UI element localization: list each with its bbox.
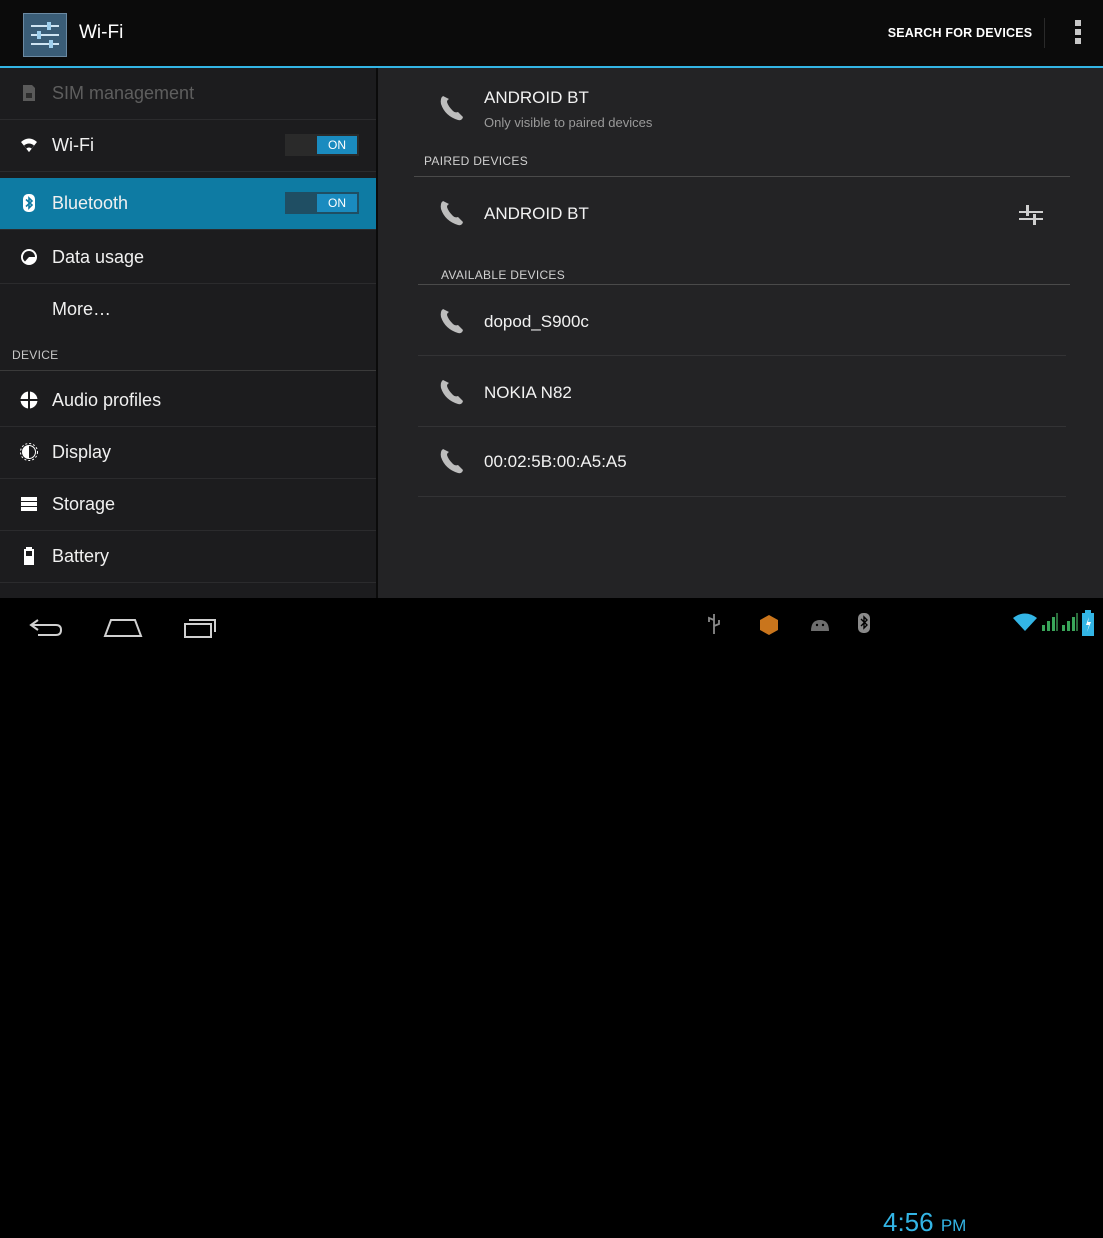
orange-notification-icon	[760, 615, 778, 635]
this-device-name: ANDROID BT	[484, 88, 589, 107]
available-device-row[interactable]: NOKIA N82	[378, 356, 1103, 426]
phone-icon	[440, 201, 463, 226]
settings-sliders-icon[interactable]	[23, 13, 67, 57]
wifi-icon	[21, 138, 37, 152]
sidebar-item-label: Bluetooth	[52, 193, 129, 213]
action-bar: Wi-Fi SEARCH FOR DEVICES	[0, 0, 1103, 68]
sidebar-item-data-usage[interactable]: Data usage	[0, 232, 378, 284]
paired-device-name: ANDROID BT	[484, 204, 589, 223]
clock: 4:56 PM	[883, 1207, 966, 1238]
overflow-menu-icon[interactable]	[1068, 20, 1088, 50]
available-device-name: dopod_S900c	[484, 312, 589, 331]
sidebar-item-display[interactable]: Display	[0, 427, 378, 479]
sidebar-item-wifi[interactable]: Wi-Fi ON	[0, 120, 378, 172]
cell-signal-icon	[1062, 613, 1078, 631]
available-device-row[interactable]: dopod_S900c	[378, 289, 1103, 355]
battery-icon	[24, 547, 34, 565]
bluetooth-status-icon	[858, 613, 870, 633]
display-icon	[20, 443, 38, 461]
cell-signal-icon	[1042, 613, 1058, 631]
toggle-state: ON	[317, 194, 357, 212]
sidebar-item-label: Data usage	[52, 247, 145, 267]
usb-icon	[708, 614, 720, 634]
available-device-row[interactable]: 00:02:5B:00:A5:A5	[378, 427, 1103, 495]
sidebar-item-label: Audio profiles	[52, 390, 162, 410]
device-settings-icon[interactable]	[1018, 203, 1044, 227]
wifi-signal-icon	[1013, 613, 1037, 631]
sidebar-item-label: Battery	[52, 546, 110, 566]
section-divider	[414, 176, 1070, 177]
android-debug-icon	[811, 620, 829, 631]
data-usage-icon	[21, 249, 37, 265]
available-devices-header: AVAILABLE DEVICES	[441, 268, 566, 282]
phone-icon	[440, 96, 463, 121]
paired-device-row[interactable]: ANDROID BT	[378, 180, 1103, 260]
wifi-toggle[interactable]: ON	[285, 134, 359, 156]
bluetooth-pane: ANDROID BT Only visible to paired device…	[378, 68, 1103, 598]
this-device-status: Only visible to paired devices	[484, 115, 653, 130]
sidebar-item-more[interactable]: More…	[0, 284, 378, 336]
sidebar-item-label: More…	[52, 299, 112, 319]
sidebar-item-battery[interactable]: Battery	[0, 531, 378, 583]
page-title: Wi-Fi	[79, 22, 124, 43]
battery-status-icon	[1082, 610, 1094, 636]
section-divider	[418, 284, 1070, 285]
device-section-header: DEVICE	[12, 348, 59, 362]
sidebar-item-sim-management[interactable]: SIM management	[0, 68, 378, 120]
sidebar-item-bluetooth[interactable]: Bluetooth ON	[0, 178, 378, 230]
sidebar-item-label: SIM management	[52, 83, 195, 103]
settings-sidebar: SIM management Wi-Fi ON Bluetooth ON Dat…	[0, 68, 378, 598]
phone-icon	[440, 449, 463, 474]
section-divider	[0, 370, 376, 371]
sidebar-item-label: Wi-Fi	[52, 135, 94, 155]
available-device-name: NOKIA N82	[484, 383, 572, 402]
clock-time: 4:56	[883, 1207, 934, 1237]
phone-icon	[440, 380, 463, 405]
audio-profiles-icon	[20, 391, 38, 409]
phone-icon	[440, 309, 463, 334]
recent-apps-icon[interactable]	[183, 616, 217, 638]
home-icon[interactable]	[103, 618, 143, 638]
sidebar-item-label: Display	[52, 442, 112, 462]
search-for-devices-button[interactable]: SEARCH FOR DEVICES	[880, 26, 1040, 40]
bluetooth-icon	[23, 194, 35, 212]
sidebar-item-audio-profiles[interactable]: Audio profiles	[0, 375, 378, 427]
sidebar-item-storage[interactable]: Storage	[0, 479, 378, 531]
available-device-name: 00:02:5B:00:A5:A5	[484, 452, 627, 471]
system-bar: 4:56 PM	[0, 598, 1103, 1237]
sidebar-item-label: Storage	[52, 494, 116, 514]
clock-ampm: PM	[940, 1216, 967, 1235]
back-icon[interactable]	[28, 616, 64, 638]
storage-icon	[21, 497, 37, 511]
sim-icon	[23, 85, 35, 101]
bluetooth-toggle[interactable]: ON	[285, 192, 359, 214]
this-device-row[interactable]: ANDROID BT Only visible to paired device…	[378, 68, 1103, 148]
paired-devices-header: PAIRED DEVICES	[424, 154, 529, 168]
toggle-state: ON	[317, 136, 357, 154]
row-divider	[418, 496, 1066, 497]
action-divider	[1044, 18, 1045, 48]
